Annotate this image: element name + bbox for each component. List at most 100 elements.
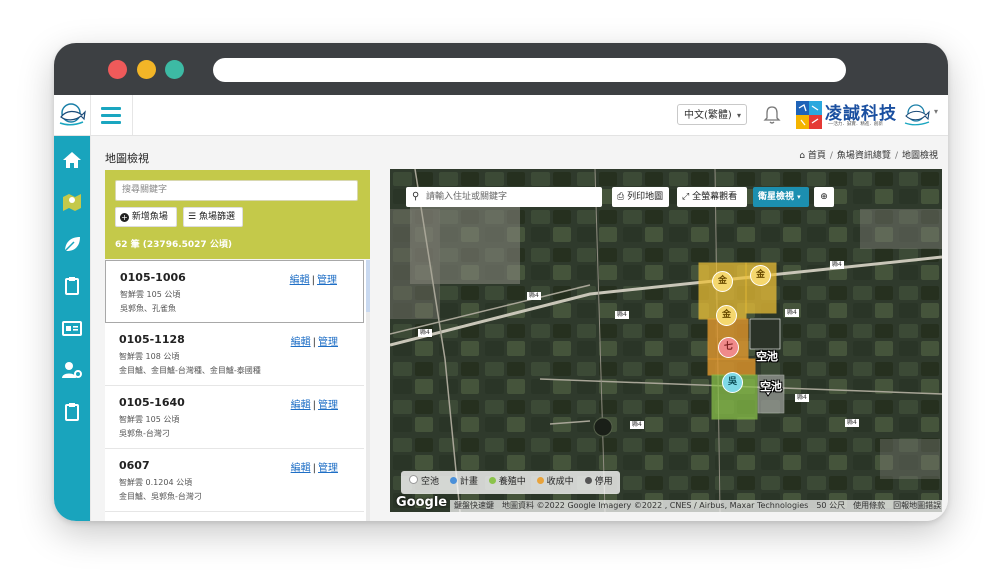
- sliders-icon: ☰: [188, 212, 197, 222]
- pond-area: 智鮮雲 105 公頃: [119, 415, 180, 424]
- pond-filter-button[interactable]: ☰ 魚場篩選: [183, 207, 243, 227]
- browser-window: 中文(繁體) ▾ 凌誠科技 ──活力．誠實．精進．創新 ▾ 地圖檢視 ⌂ 首頁 …: [54, 43, 948, 521]
- manage-link[interactable]: 管理: [318, 400, 338, 411]
- road-label: 縣4: [785, 309, 799, 317]
- print-map-label: 列印地圖: [627, 192, 664, 202]
- home-icon: ⌂: [799, 151, 805, 161]
- satellite-map[interactable]: 縣4 縣4 縣4 縣4 縣4 縣4 縣4 縣4 金 金 金 七 吳 空池 空池 …: [390, 169, 942, 512]
- pond-marker[interactable]: 金: [712, 271, 733, 292]
- clipboard-icon[interactable]: [60, 274, 84, 298]
- manage-link[interactable]: 管理: [318, 337, 338, 348]
- legend-swatch: [409, 475, 418, 484]
- map-search-placeholder: 請輸入住址或關鍵字: [426, 192, 508, 202]
- main-content: 地圖檢視 ⌂ 首頁 / 魚場資訊總覽 / 地圖檢視 搜尋關鍵字 + 新增魚場 ☰ 魚場篩…: [91, 136, 948, 521]
- top-navbar: 中文(繁體) ▾ 凌誠科技 ──活力．誠實．精進．創新 ▾: [54, 95, 948, 136]
- fullscreen-button[interactable]: ⤢ 全螢幕觀看: [677, 187, 747, 207]
- expand-icon: ⤢: [682, 192, 690, 202]
- list-scrollbar-thumb[interactable]: [366, 260, 370, 312]
- road-label: 縣4: [630, 421, 644, 429]
- pond-list-item[interactable]: 0607 編輯 | 管理 智鮮雲 0.1204 公頃 金目鱸、吳郭魚-台灣刁: [105, 449, 364, 512]
- satellite-view-button[interactable]: 衛星檢視 ▾: [753, 187, 809, 207]
- leaf-icon[interactable]: [60, 232, 84, 256]
- result-count: 62 筆 (23796.5027 公頃): [115, 240, 232, 250]
- pond-code: 0105-1006: [120, 271, 186, 284]
- edit-link[interactable]: 編輯: [291, 463, 311, 474]
- map-address-search[interactable]: ⚲ 請輸入住址或關鍵字: [406, 187, 602, 207]
- legend-label: 收成中: [546, 477, 574, 487]
- maximize-window-button[interactable]: [165, 60, 184, 79]
- print-map-button[interactable]: ⎙ 列印地圖: [612, 187, 669, 207]
- brand-tagline: ──活力．誠實．精進．創新: [828, 122, 883, 127]
- map-icon[interactable]: [60, 190, 84, 214]
- pond-marker[interactable]: 七: [718, 337, 739, 358]
- app-logo[interactable]: [54, 95, 91, 135]
- road-label: 縣4: [795, 394, 809, 402]
- add-pond-button[interactable]: + 新增魚場: [115, 207, 177, 227]
- add-pond-label: 新增魚場: [131, 212, 168, 222]
- road-label: 縣4: [615, 311, 629, 319]
- address-bar[interactable]: [213, 58, 846, 82]
- breadcrumb: ⌂ 首頁 / 魚場資訊總覽 / 地圖檢視: [799, 148, 938, 161]
- satellite-view-label: 衛星檢視: [758, 192, 795, 202]
- fish-logo-icon: [904, 104, 930, 126]
- pond-marker[interactable]: 金: [750, 265, 771, 286]
- road-label: 縣4: [845, 419, 859, 427]
- id-card-icon[interactable]: [60, 316, 84, 340]
- menu-bar-icon: [101, 114, 121, 117]
- legend-label: 計畫: [459, 477, 478, 487]
- edit-link[interactable]: 編輯: [291, 400, 311, 411]
- legend-swatch: [536, 477, 544, 484]
- clipboard-list-icon[interactable]: [60, 400, 84, 424]
- legend-swatch: [584, 477, 592, 484]
- list-scrollbar[interactable]: [366, 260, 370, 521]
- fullscreen-label: 全螢幕觀看: [692, 192, 738, 202]
- sidebar: [54, 136, 90, 521]
- close-window-button[interactable]: [108, 60, 127, 79]
- pond-marker[interactable]: 吳: [722, 372, 743, 393]
- notification-bell-icon[interactable]: [762, 104, 782, 126]
- manage-link[interactable]: 管理: [318, 463, 338, 474]
- title-bar: [54, 43, 948, 95]
- pond-list-item[interactable]: 0105-1006 編輯 | 管理 智鮮雲 105 公頃 吳郭魚、孔雀魚: [105, 260, 364, 323]
- pond-species: 金目鱸、金目鱸-台灣種、金目鱸-泰國種: [119, 366, 261, 375]
- crosshair-icon: ⊕: [820, 192, 828, 202]
- keyword-search-input[interactable]: 搜尋關鍵字: [115, 180, 358, 201]
- user-settings-icon[interactable]: [60, 358, 84, 382]
- empty-pool-label[interactable]: 空池: [756, 348, 778, 364]
- brand-mark-icon: [796, 101, 822, 129]
- chevron-down-icon[interactable]: ▾: [934, 107, 938, 116]
- map-legend: 空池 計畫 養殖中 收成中 停用: [401, 471, 620, 494]
- breadcrumb-separator: /: [829, 151, 833, 161]
- map-attribution[interactable]: 鍵盤快速鍵 地圖資料 ©2022 Google Imagery ©2022 , …: [450, 500, 942, 512]
- breadcrumb-home[interactable]: 首頁: [808, 151, 826, 161]
- pond-species: 金目鱸、吳郭魚-台灣刁: [119, 492, 202, 501]
- pond-list-item[interactable]: 0105-1640 編輯 | 管理 智鮮雲 105 公頃 吳郭魚-台灣刁: [105, 386, 364, 449]
- legend-label: 養殖中: [498, 477, 526, 487]
- language-select[interactable]: 中文(繁體) ▾: [677, 104, 747, 125]
- edit-link[interactable]: 編輯: [291, 337, 311, 348]
- hamburger-menu-button[interactable]: [90, 95, 133, 135]
- pond-species: 吳郭魚-台灣刁: [119, 429, 170, 438]
- pond-marker[interactable]: 金: [716, 305, 737, 326]
- pond-code: 0607: [119, 459, 150, 472]
- empty-pool-label[interactable]: 空池: [760, 378, 782, 394]
- filter-panel: 搜尋關鍵字 + 新增魚場 ☰ 魚場篩選 62 筆 (23796.5027 公頃): [105, 170, 370, 259]
- road-label: 縣4: [418, 329, 432, 337]
- manage-link[interactable]: 管理: [317, 275, 337, 286]
- breadcrumb-overview[interactable]: 魚場資訊總覽: [837, 151, 891, 161]
- fish-logo-icon: [59, 103, 86, 126]
- locate-me-button[interactable]: ⊕: [814, 187, 834, 207]
- printer-icon: ⎙: [617, 192, 625, 202]
- pond-area: 智鮮雲 105 公頃: [120, 290, 181, 299]
- pond-code: 0105-1128: [119, 333, 185, 346]
- language-selected: 中文(繁體): [684, 110, 732, 121]
- legend-swatch: [488, 477, 496, 484]
- edit-link[interactable]: 編輯: [290, 275, 310, 286]
- breadcrumb-separator: /: [894, 151, 898, 161]
- minimize-window-button[interactable]: [137, 60, 156, 79]
- legend-label: 空池: [421, 477, 440, 487]
- menu-bar-icon: [101, 121, 121, 124]
- pond-list-item[interactable]: 0105-1128 編輯 | 管理 智鮮雲 108 公頃 金目鱸、金目鱸-台灣種、金…: [105, 323, 364, 386]
- home-icon[interactable]: [60, 148, 84, 172]
- pond-area: 智鮮雲 108 公頃: [119, 352, 180, 361]
